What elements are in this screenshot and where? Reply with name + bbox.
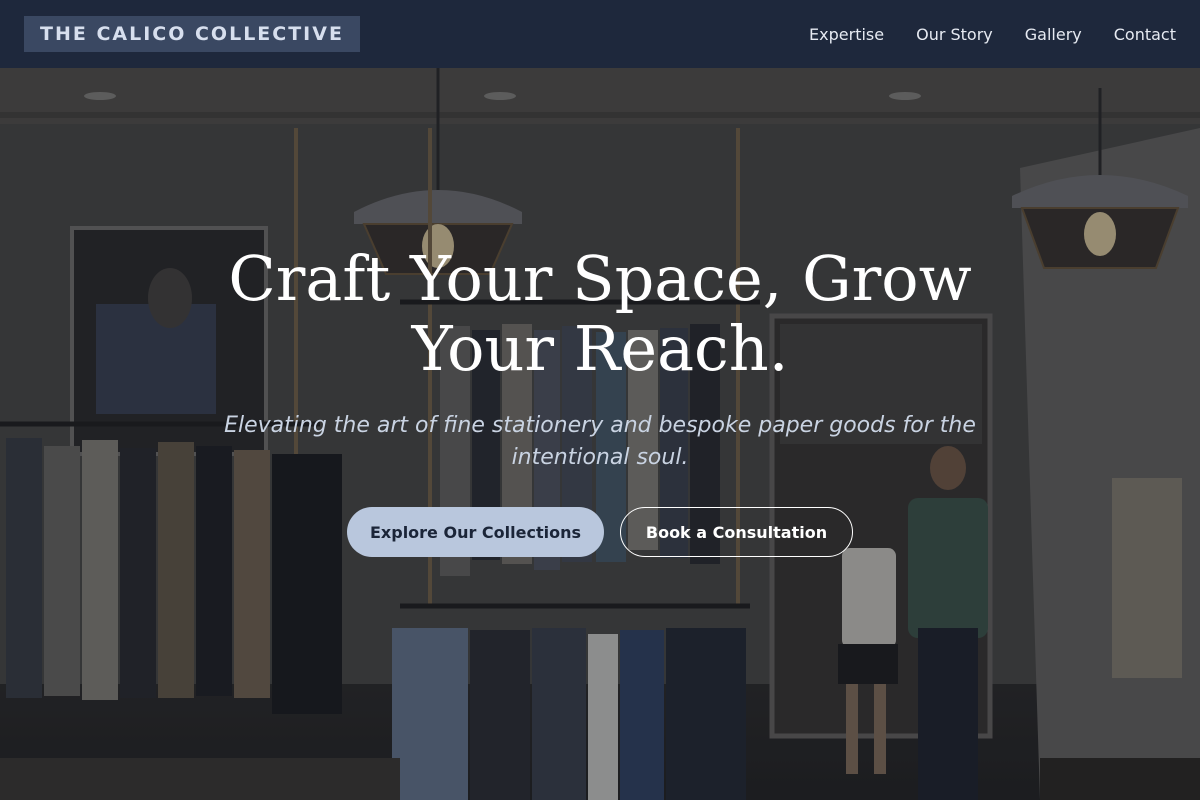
brand-logo[interactable]: THE CALICO COLLECTIVE bbox=[24, 16, 360, 52]
brand-name: THE CALICO COLLECTIVE bbox=[40, 23, 344, 45]
hero-title: Craft Your Space, Grow Your Reach. bbox=[228, 242, 972, 385]
explore-collections-button[interactable]: Explore Our Collections bbox=[347, 507, 604, 557]
nav-link-expertise[interactable]: Expertise bbox=[809, 25, 884, 44]
nav-menu: Expertise Our Story Gallery Contact bbox=[809, 25, 1176, 44]
top-navigation: THE CALICO COLLECTIVE Expertise Our Stor… bbox=[0, 0, 1200, 68]
hero-subtitle: Elevating the art of fine stationery and… bbox=[224, 413, 976, 470]
nav-link-gallery[interactable]: Gallery bbox=[1025, 25, 1082, 44]
book-consultation-button[interactable]: Book a Consultation bbox=[620, 507, 853, 557]
nav-link-our-story[interactable]: Our Story bbox=[916, 25, 993, 44]
hero-section: Craft Your Space, Grow Your Reach. Eleva… bbox=[0, 68, 1200, 800]
hero-content: Craft Your Space, Grow Your Reach. Eleva… bbox=[0, 68, 1200, 800]
nav-link-contact[interactable]: Contact bbox=[1114, 25, 1176, 44]
